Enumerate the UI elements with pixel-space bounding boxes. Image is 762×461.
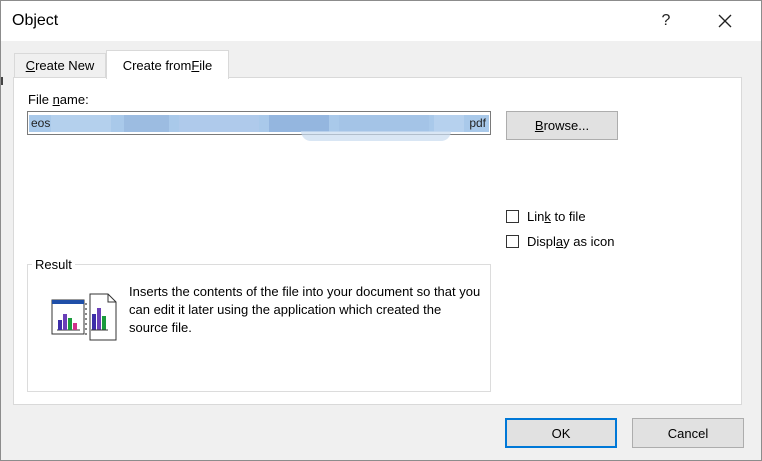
result-description: Inserts the contents of the file into yo… bbox=[129, 284, 481, 335]
tab-create-new[interactable]: Create New bbox=[14, 53, 106, 77]
title-bar: Object ? bbox=[1, 1, 761, 41]
link-to-file-option[interactable]: Link to file bbox=[506, 207, 586, 225]
link-to-file-checkbox[interactable] bbox=[506, 209, 519, 223]
link-to-file-label: Link to file bbox=[527, 208, 586, 224]
ok-button[interactable]: OK bbox=[505, 418, 617, 448]
cancel-button[interactable]: Cancel bbox=[632, 418, 744, 448]
display-as-icon-label: Display as icon bbox=[527, 233, 615, 249]
text-selection: eos pdf bbox=[29, 115, 489, 132]
file-name-value-start: eos bbox=[31, 116, 51, 130]
object-dialog: Object ? Create New Create from File Fil… bbox=[0, 0, 762, 461]
tab-create-from-file[interactable]: Create from File bbox=[106, 50, 229, 79]
close-button[interactable] bbox=[703, 5, 747, 37]
embed-document-icon bbox=[51, 293, 117, 341]
browse-button[interactable]: Browse... bbox=[506, 111, 618, 140]
tab-edge-marker bbox=[1, 77, 3, 85]
file-name-label: File name: bbox=[28, 92, 89, 107]
display-as-icon-option[interactable]: Display as icon bbox=[506, 232, 614, 250]
close-icon bbox=[718, 14, 732, 28]
display-as-icon-checkbox[interactable] bbox=[506, 234, 519, 248]
file-name-value-end: pdf bbox=[469, 116, 486, 130]
result-legend: Result bbox=[32, 257, 75, 272]
dialog-title: Object bbox=[12, 12, 59, 29]
help-button[interactable]: ? bbox=[646, 5, 686, 37]
redaction-smudge bbox=[301, 131, 451, 141]
